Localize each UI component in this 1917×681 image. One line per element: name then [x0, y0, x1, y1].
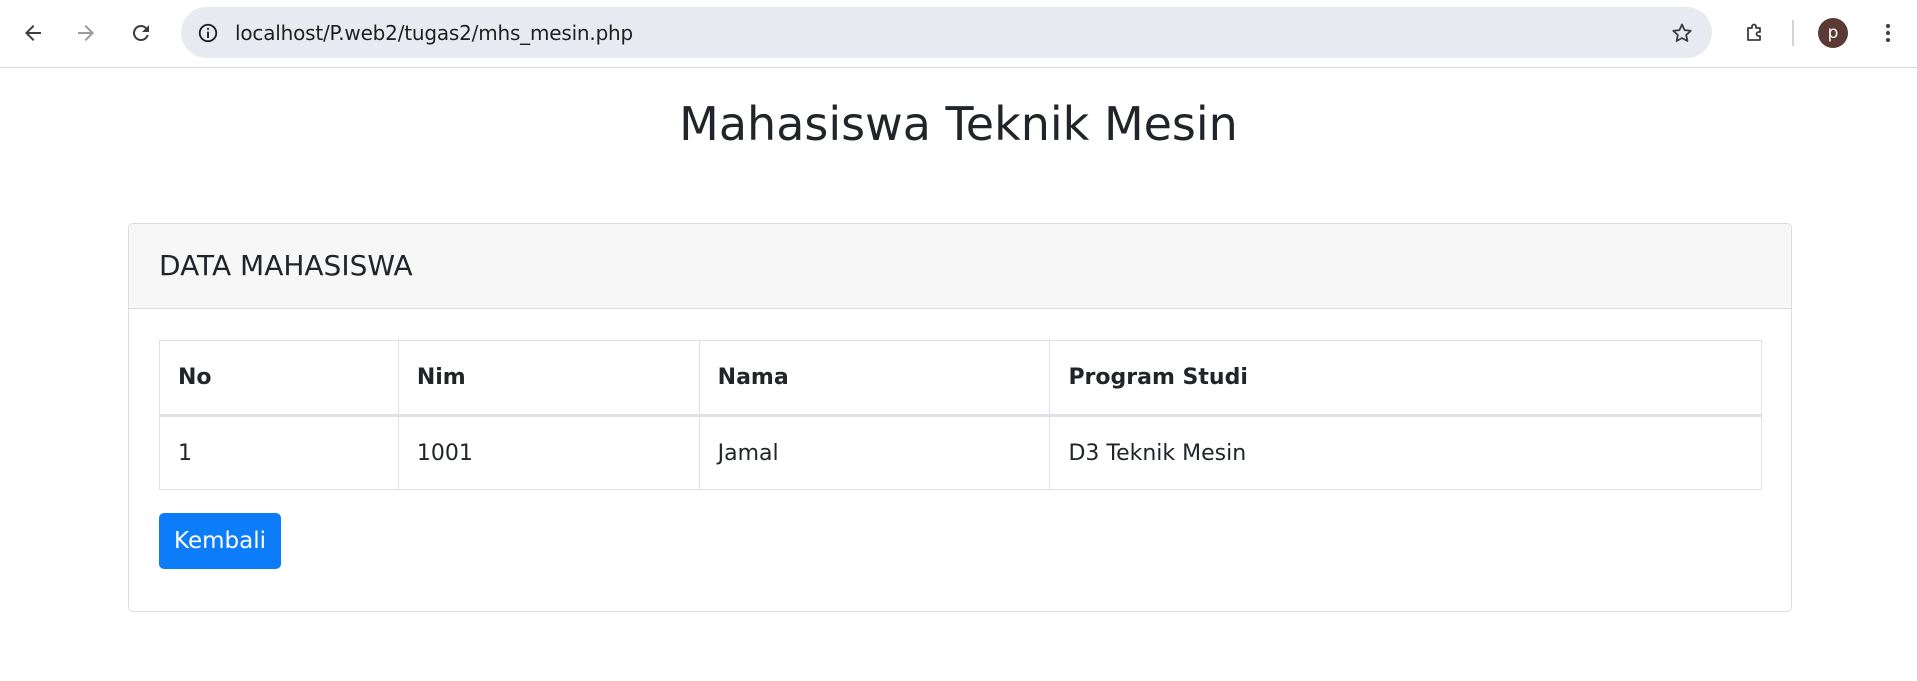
student-data-card: DATA MAHASISWA No Nim Nama Program Studi…	[128, 223, 1792, 612]
forward-button[interactable]	[66, 13, 106, 53]
cell-nama: Jamal	[698, 415, 1051, 490]
cell-program-studi: D3 Teknik Mesin	[1049, 415, 1762, 490]
reload-button[interactable]	[121, 13, 161, 53]
url-text[interactable]: localhost/P.web2/tugas2/mhs_mesin.php	[235, 21, 633, 45]
info-circle-icon[interactable]	[194, 19, 222, 47]
extensions-button[interactable]	[1735, 13, 1775, 53]
browser-toolbar: localhost/P.web2/tugas2/mhs_mesin.php p	[0, 0, 1917, 68]
profile-avatar[interactable]: p	[1818, 18, 1848, 48]
arrow-left-icon	[25, 25, 41, 41]
kebab-menu-icon	[1886, 24, 1890, 42]
toolbar-divider	[1792, 20, 1794, 46]
arrow-right-icon	[78, 25, 94, 41]
cell-nim: 1001	[397, 415, 700, 490]
reload-icon	[132, 24, 149, 41]
back-to-list-button[interactable]: Kembali	[159, 513, 281, 569]
table-row: 1 1001 Jamal D3 Teknik Mesin	[159, 415, 1762, 490]
address-bar[interactable]: localhost/P.web2/tugas2/mhs_mesin.php	[181, 7, 1712, 58]
column-header-program-studi: Program Studi	[1049, 340, 1762, 417]
browser-menu-button[interactable]	[1868, 13, 1908, 53]
column-header-nama: Nama	[698, 340, 1051, 417]
page-title: Mahasiswa Teknik Mesin	[679, 97, 1238, 151]
cell-no: 1	[159, 415, 399, 490]
puzzle-icon	[1747, 23, 1761, 41]
table-header-row: No Nim Nama Program Studi	[159, 340, 1762, 417]
card-header: DATA MAHASISWA	[129, 224, 1791, 309]
column-header-no: No	[159, 340, 399, 417]
card-header-title: DATA MAHASISWA	[159, 249, 413, 282]
column-header-nim: Nim	[397, 340, 700, 417]
star-outline-icon[interactable]	[1668, 19, 1696, 47]
student-table: No Nim Nama Program Studi 1 1001 Jamal D…	[159, 340, 1762, 490]
back-button[interactable]	[13, 13, 53, 53]
